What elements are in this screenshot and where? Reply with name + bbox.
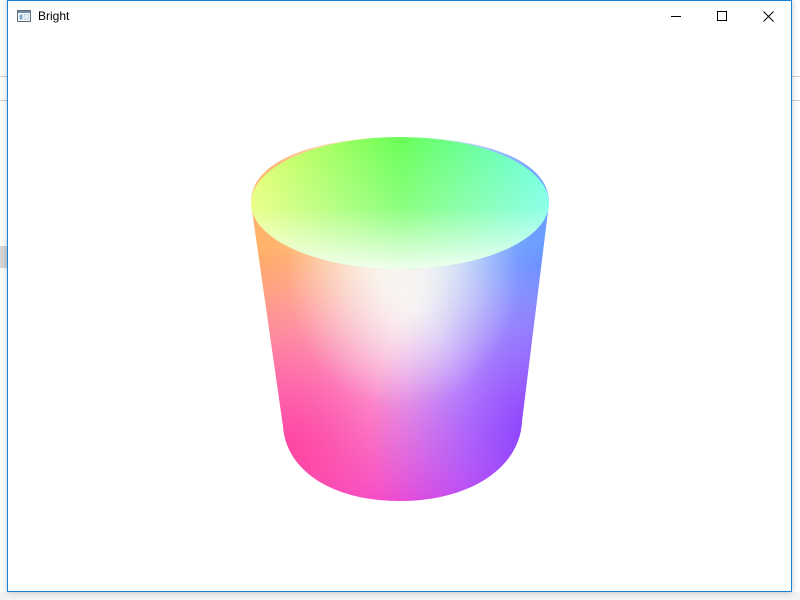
close-icon	[762, 10, 774, 22]
maximize-icon	[717, 11, 727, 21]
window-title: Bright	[38, 9, 70, 23]
background-divider	[792, 100, 800, 101]
color-cylinder	[251, 137, 549, 501]
maximize-button[interactable]	[699, 1, 745, 31]
window-app-icon[interactable]	[17, 9, 31, 22]
minimize-button[interactable]	[653, 1, 699, 31]
background-bottom-edge	[0, 592, 800, 600]
background-divider	[792, 76, 800, 77]
render-viewport[interactable]	[8, 31, 791, 591]
title-bar[interactable]: Bright	[8, 1, 791, 31]
app-window: Bright	[7, 0, 792, 592]
minimize-icon	[671, 11, 681, 21]
close-button[interactable]	[745, 1, 791, 31]
background-window-right	[792, 0, 800, 600]
